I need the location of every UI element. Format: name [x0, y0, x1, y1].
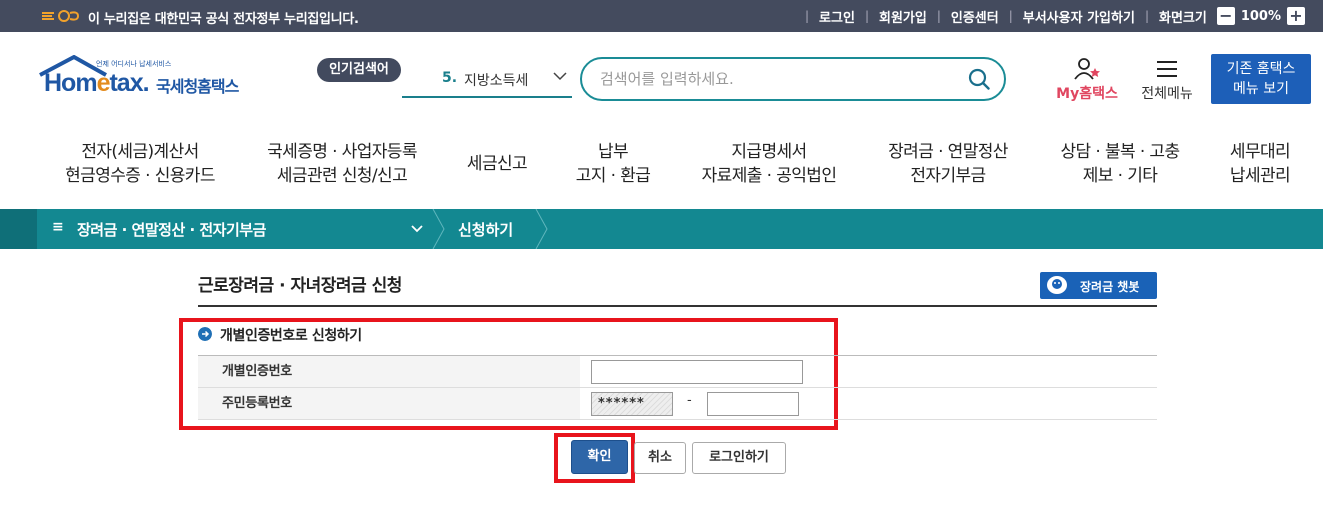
breadcrumb-level1[interactable]: 장려금 · 연말정산 · 전자기부금	[77, 219, 266, 240]
breadcrumb-separator-icon	[535, 209, 548, 249]
table-row: 주민등록번호 ****** -	[198, 388, 1157, 420]
breadcrumb-level2[interactable]: 신청하기	[458, 219, 513, 240]
arrow-circle-icon	[198, 327, 212, 341]
auth-number-input[interactable]	[591, 360, 803, 384]
old-hometax-button[interactable]: 기존 홈택스 메뉴 보기	[1211, 54, 1311, 104]
table-row: 개별인증번호	[198, 356, 1157, 388]
resident-number-front-field: ******	[591, 392, 673, 416]
my-hometax-label: My홈택스	[1056, 86, 1118, 102]
zoom-in-button[interactable]: +	[1287, 7, 1305, 25]
global-nav: 전자(세금)계산서 현금영수증 · 신용카드 국세증명 · 사업자등록 세금관련 신…	[0, 140, 1323, 190]
popular-search-label: 인기검색어	[317, 58, 401, 82]
popular-term: 지방소득세	[464, 73, 529, 89]
breadcrumb-separator-icon	[432, 209, 445, 249]
logo-wordmark: Hometax.	[44, 69, 150, 97]
cert-center-link[interactable]: 인증센터	[951, 7, 999, 26]
title-divider	[198, 305, 1157, 307]
breadcrumb-menu-icon[interactable]: ≡	[52, 219, 64, 235]
hometax-logo[interactable]: 언제 어디서나 납세서비스 Hometax. 국세청홈택스	[38, 55, 258, 105]
gnb-item-tax-filing[interactable]: 세금신고	[456, 152, 538, 176]
popular-search-dropdown[interactable]: 5. 지방소득세	[402, 62, 572, 98]
gnb-item-tax-agent[interactable]: 세무대리 납세관리	[1222, 140, 1298, 188]
login-link[interactable]: 로그인	[819, 7, 855, 26]
chevron-down-icon	[553, 72, 567, 81]
my-hometax-button[interactable]: My홈택스	[1052, 58, 1122, 102]
gnb-item-statements[interactable]: 지급명세서 자료제출 · 공익법인	[694, 140, 844, 188]
chatbot-label: 장려금 챗봇	[1080, 280, 1140, 294]
gnb-item-e-invoice[interactable]: 전자(세금)계산서 현금영수증 · 신용카드	[60, 140, 220, 188]
screen-size-label: 화면크기	[1158, 10, 1207, 26]
resident-number-label: 주민등록번호	[198, 388, 580, 419]
gov-banner-text: 이 누리집은 대한민국 공식 전자정부 누리집입니다.	[88, 12, 359, 27]
signup-link[interactable]: 회원가입	[879, 7, 927, 26]
chatbot-icon	[1047, 276, 1067, 294]
gnb-item-incentives[interactable]: 장려금 · 연말정산 전자기부금	[880, 140, 1016, 188]
all-menu-button[interactable]: 전체메뉴	[1134, 58, 1200, 102]
popular-rank: 5.	[442, 70, 458, 86]
all-menu-label: 전체메뉴	[1141, 86, 1193, 102]
dept-user-signup-link[interactable]: 부서사용자 가입하기	[1023, 7, 1135, 26]
auth-form-table: 개별인증번호 주민등록번호 ****** -	[198, 355, 1157, 421]
search-box	[580, 57, 1006, 101]
confirm-button[interactable]: 확인	[571, 440, 628, 474]
breadcrumb: ≡ 장려금 · 연말정산 · 전자기부금 신청하기	[0, 209, 1323, 249]
auth-number-label: 개별인증번호	[198, 356, 580, 387]
incentive-chatbot-button[interactable]: 장려금 챗봇	[1040, 272, 1157, 299]
gnb-item-consulting[interactable]: 상담 · 불복 · 고충 제보 · 기타	[1052, 140, 1188, 188]
egov-logo-icon	[42, 10, 80, 22]
old-hometax-line1: 기존 홈택스	[1226, 61, 1296, 77]
hamburger-icon	[1157, 61, 1177, 77]
gnb-item-payment[interactable]: 납부 고지 · 환급	[568, 140, 658, 188]
logo-tagline: 언제 어디서나 납세서비스	[96, 60, 172, 68]
section-title: 개별인증번호로 신청하기	[220, 328, 362, 344]
login-button[interactable]: 로그인하기	[692, 442, 786, 474]
search-input[interactable]	[600, 67, 960, 91]
logo-korean: 국세청홈택스	[156, 77, 239, 96]
resident-number-back-input[interactable]	[707, 392, 799, 416]
page-title: 근로장려금 · 자녀장려금 신청	[198, 276, 402, 296]
chevron-down-icon[interactable]	[410, 222, 424, 236]
cancel-button[interactable]: 취소	[634, 442, 686, 474]
zoom-level: 100%	[1240, 8, 1281, 24]
gov-banner: 이 누리집은 대한민국 공식 전자정부 누리집입니다. | 로그인 | 회원가입…	[0, 0, 1323, 32]
zoom-out-button[interactable]: −	[1216, 7, 1235, 25]
old-hometax-line2: 메뉴 보기	[1233, 81, 1289, 97]
user-star-icon	[1074, 58, 1100, 80]
gnb-item-certificates[interactable]: 국세증명 · 사업자등록 세금관련 신청/신고	[258, 140, 426, 188]
search-icon[interactable]	[968, 68, 990, 90]
gov-links: | 로그인 | 회원가입 | 인증센터 | 부서사용자 가입하기 | 화면크기 …	[795, 0, 1305, 32]
resident-number-dash: -	[687, 393, 692, 408]
